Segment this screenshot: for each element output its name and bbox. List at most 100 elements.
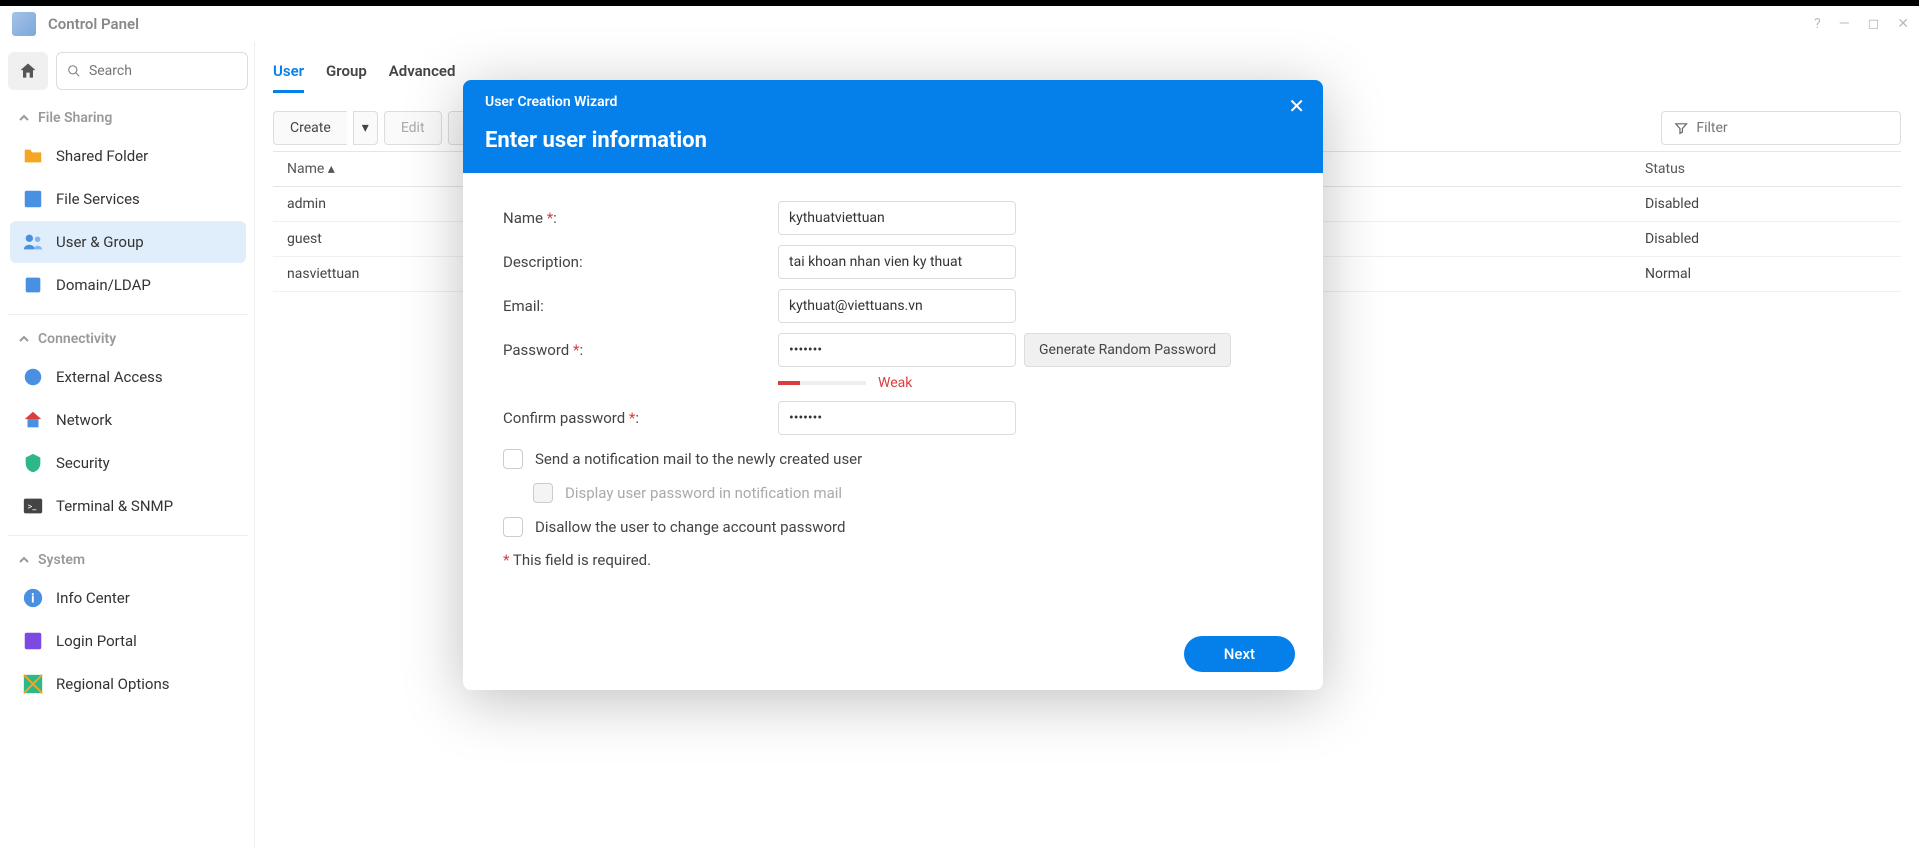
- divider: [8, 535, 248, 536]
- section-label: Connectivity: [38, 331, 116, 347]
- filter-input[interactable]: [1696, 120, 1888, 136]
- sidebar-item-label: Regional Options: [56, 675, 170, 693]
- minimize-icon[interactable]: —: [1839, 16, 1850, 32]
- section-connectivity[interactable]: Connectivity: [8, 323, 248, 355]
- sidebar-item-regional-options[interactable]: Regional Options: [10, 663, 246, 705]
- sidebar-item-label: Info Center: [56, 589, 130, 607]
- login-portal-icon: [22, 630, 44, 652]
- checkbox-icon[interactable]: [503, 517, 523, 537]
- sidebar-item-shared-folder[interactable]: Shared Folder: [10, 135, 246, 177]
- svg-text:i: i: [31, 592, 34, 607]
- check-display-password: Display user password in notification ma…: [533, 483, 1283, 503]
- info-icon: i: [22, 587, 44, 609]
- chevron-up-icon: [18, 112, 30, 124]
- home-button[interactable]: [8, 52, 48, 90]
- edit-button[interactable]: Edit: [384, 111, 442, 145]
- strength-bar: [778, 381, 866, 385]
- create-button[interactable]: Create: [273, 111, 347, 145]
- title-bar: Control Panel ? — ◻ ✕: [0, 6, 1919, 42]
- sidebar-item-label: Terminal & SNMP: [56, 497, 173, 515]
- label-confirm: Confirm password *:: [503, 409, 778, 427]
- terminal-icon: >_: [22, 495, 44, 517]
- sidebar-item-external-access[interactable]: External Access: [10, 356, 246, 398]
- cell-status: Disabled: [1631, 222, 1901, 256]
- label-name: Name *:: [503, 209, 778, 227]
- label-password: Password *:: [503, 341, 778, 359]
- file-services-icon: [22, 188, 44, 210]
- generate-password-button[interactable]: Generate Random Password: [1024, 333, 1231, 367]
- folder-icon: [22, 145, 44, 167]
- sidebar-item-label: File Services: [56, 190, 140, 208]
- section-label: File Sharing: [38, 110, 112, 126]
- label-description: Description:: [503, 253, 778, 271]
- modal-subtitle: User Creation Wizard: [485, 94, 1301, 110]
- next-button[interactable]: Next: [1184, 636, 1295, 672]
- close-window-icon[interactable]: ✕: [1897, 16, 1909, 32]
- create-dropdown[interactable]: ▾: [353, 111, 378, 145]
- home-icon: [18, 61, 38, 81]
- modal-title: Enter user information: [485, 128, 1301, 153]
- sidebar-item-user-group[interactable]: User & Group: [10, 221, 246, 263]
- name-input[interactable]: [778, 201, 1016, 235]
- tab-advanced[interactable]: Advanced: [389, 56, 456, 92]
- password-strength: Weak: [778, 375, 1283, 391]
- chevron-up-icon: [18, 554, 30, 566]
- modal-footer: Next: [463, 618, 1323, 690]
- window-title: Control Panel: [48, 15, 139, 33]
- sidebar-item-info-center[interactable]: i Info Center: [10, 577, 246, 619]
- svg-text:>_: >_: [28, 503, 38, 513]
- section-file-sharing[interactable]: File Sharing: [8, 102, 248, 134]
- check-disallow[interactable]: Disallow the user to change account pass…: [503, 517, 1283, 537]
- cell-status: Disabled: [1631, 187, 1901, 221]
- domain-icon: [22, 274, 44, 296]
- regional-icon: [22, 673, 44, 695]
- tab-group[interactable]: Group: [326, 56, 367, 92]
- external-access-icon: [22, 366, 44, 388]
- maximize-icon[interactable]: ◻: [1868, 16, 1880, 32]
- search-icon: [67, 63, 81, 79]
- sidebar-item-login-portal[interactable]: Login Portal: [10, 620, 246, 662]
- check-label: Disallow the user to change account pass…: [535, 518, 845, 536]
- sidebar-item-terminal-snmp[interactable]: >_ Terminal & SNMP: [10, 485, 246, 527]
- email-input[interactable]: [778, 289, 1016, 323]
- section-label: System: [38, 552, 85, 568]
- sidebar-item-label: External Access: [56, 368, 163, 386]
- sidebar-item-label: Shared Folder: [56, 147, 148, 165]
- password-input[interactable]: [778, 333, 1016, 367]
- col-status[interactable]: Status: [1631, 152, 1901, 186]
- checkbox-icon[interactable]: [503, 449, 523, 469]
- checkbox-icon: [533, 483, 553, 503]
- sidebar-item-label: Domain/LDAP: [56, 276, 151, 294]
- cell-status: Normal: [1631, 257, 1901, 291]
- check-label: Display user password in notification ma…: [565, 484, 842, 502]
- check-label: Send a notification mail to the newly cr…: [535, 450, 862, 468]
- section-system[interactable]: System: [8, 544, 248, 576]
- sidebar-item-label: Login Portal: [56, 632, 137, 650]
- help-icon[interactable]: ?: [1814, 16, 1821, 32]
- filter-box[interactable]: [1661, 111, 1901, 145]
- divider: [8, 314, 248, 315]
- sidebar-item-label: User & Group: [56, 233, 144, 251]
- sidebar-item-label: Network: [56, 411, 112, 429]
- search-input[interactable]: [89, 63, 237, 79]
- filter-icon: [1674, 120, 1688, 136]
- users-icon: [22, 231, 44, 253]
- label-email: Email:: [503, 297, 778, 315]
- required-note: * This field is required.: [503, 551, 1283, 569]
- tab-user[interactable]: User: [273, 56, 304, 92]
- check-notify[interactable]: Send a notification mail to the newly cr…: [503, 449, 1283, 469]
- modal-body: Name *: Description: Email: Password *: …: [463, 173, 1323, 618]
- shield-icon: [22, 452, 44, 474]
- sidebar-item-security[interactable]: Security: [10, 442, 246, 484]
- search-box[interactable]: [56, 52, 248, 90]
- window-controls: ? — ◻ ✕: [1814, 16, 1909, 32]
- sidebar-item-network[interactable]: Network: [10, 399, 246, 441]
- close-icon[interactable]: ✕: [1288, 94, 1305, 118]
- confirm-password-input[interactable]: [778, 401, 1016, 435]
- description-input[interactable]: [778, 245, 1016, 279]
- sidebar-item-file-services[interactable]: File Services: [10, 178, 246, 220]
- network-icon: [22, 409, 44, 431]
- user-creation-modal: User Creation Wizard Enter user informat…: [463, 80, 1323, 690]
- chevron-up-icon: [18, 333, 30, 345]
- sidebar-item-domain-ldap[interactable]: Domain/LDAP: [10, 264, 246, 306]
